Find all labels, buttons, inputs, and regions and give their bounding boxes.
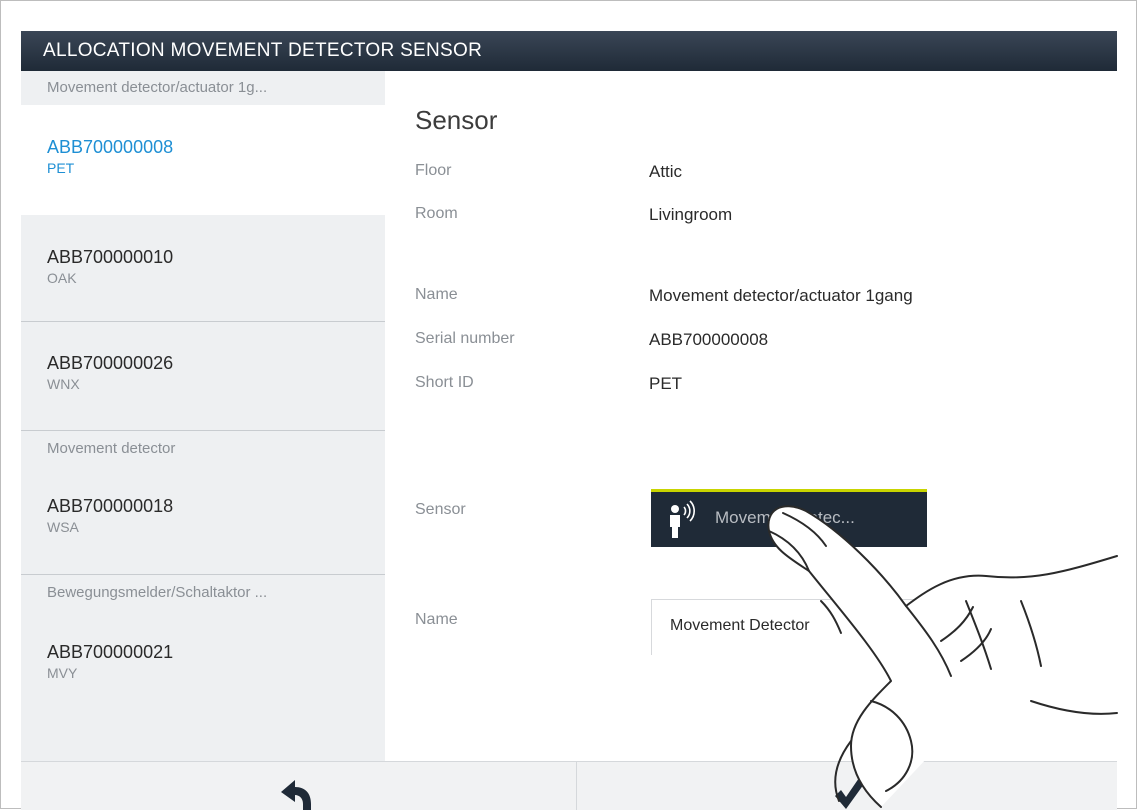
sensor-name-field[interactable]: Movement Detector [651,599,1031,655]
device-item-abb700000008[interactable]: ABB700000008 PET [21,105,385,215]
device-list: Movement detector/actuator 1g... ABB7000… [21,71,385,761]
bottom-toolbar [21,761,1117,810]
device-short-id: MVY [47,665,78,681]
sensor-detail-panel: Sensor Floor Attic Room Livingroom Name … [385,71,1117,761]
short-id-label: Short ID [415,374,474,391]
group-header: Movement detector/actuator 1g... [21,71,385,105]
sensor-button-label: Movement detec... [715,508,855,527]
app-frame: ALLOCATION MOVEMENT DETECTOR SENSOR Move… [0,0,1137,810]
device-short-id: WSA [47,519,79,535]
page-title: Sensor [415,105,498,135]
sensor-name-label: Name [415,611,458,628]
device-item-abb700000021[interactable]: ABB700000021 MVY [21,610,385,761]
device-name-value: Movement detector/actuator 1gang [649,286,913,305]
sensor-label: Sensor [415,501,466,518]
floor-label: Floor [415,162,452,179]
room-value: Livingroom [649,205,733,224]
back-arrow-icon [281,780,311,810]
group-header: Movement detector [21,432,385,466]
device-item-abb700000018[interactable]: ABB700000018 WSA [21,466,385,575]
device-serial: ABB700000010 [47,247,174,267]
back-button[interactable] [21,762,576,810]
serial-number-value: ABB700000008 [649,330,769,349]
confirm-button[interactable] [577,762,1117,810]
device-serial: ABB700000026 [47,353,174,373]
room-label: Room [415,205,458,222]
movement-sensor-icon [665,500,701,540]
device-short-id: PET [47,160,75,176]
device-item-abb700000010[interactable]: ABB700000010 OAK [21,215,385,322]
short-id-value: PET [649,374,683,393]
group-header: Bewegungsmelder/Schaltaktor ... [21,576,385,610]
serial-number-label: Serial number [415,330,515,347]
window-title: ALLOCATION MOVEMENT DETECTOR SENSOR [21,31,1117,71]
floor-value: Attic [649,162,683,181]
checkmark-icon [835,778,864,809]
device-serial: ABB700000021 [47,642,174,662]
device-short-id: WNX [47,376,80,392]
device-short-id: OAK [47,270,77,286]
name-label: Name [415,286,458,303]
device-item-abb700000026[interactable]: ABB700000026 WNX [21,323,385,431]
device-serial: ABB700000018 [47,496,174,516]
device-serial: ABB700000008 [47,137,174,157]
sensor-select-button[interactable]: Movement detec... [651,489,927,547]
